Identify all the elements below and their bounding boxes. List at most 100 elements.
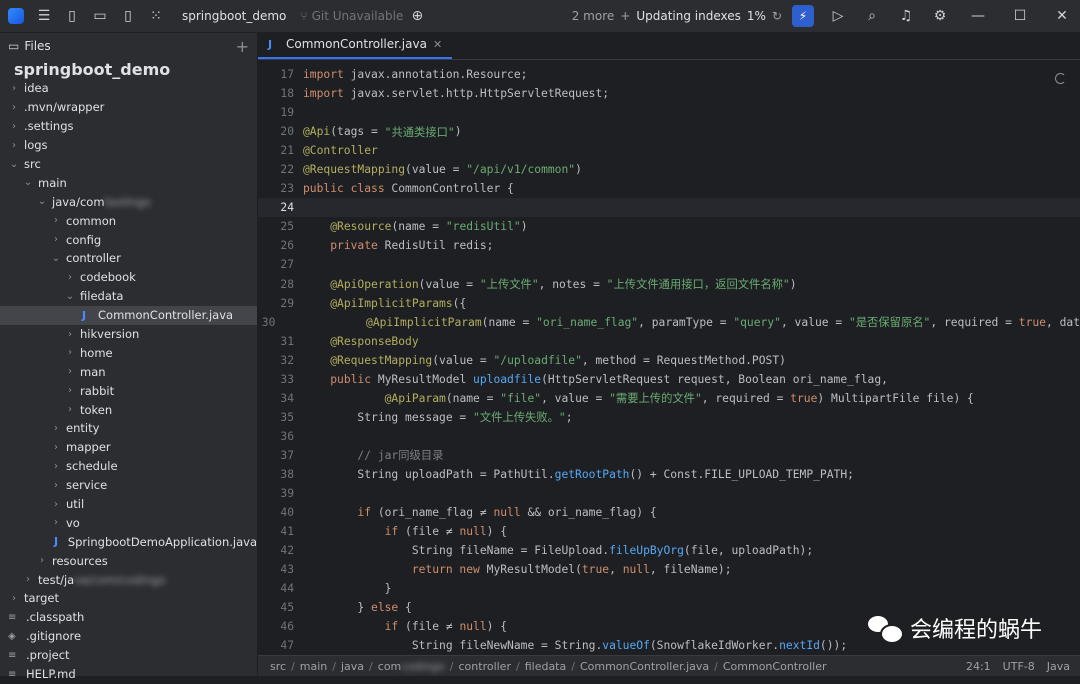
close-window-icon[interactable]: ✕ [1044,8,1080,24]
more-tasks[interactable]: 2 more [572,9,615,23]
code-line[interactable]: 29 @ApiImplicitParams({ [258,294,1080,313]
code-line[interactable]: 27 [258,255,1080,274]
run-icon[interactable]: ▷ [824,0,852,32]
breadcrumb-item[interactable]: filedata [525,660,567,673]
main-menu-icon[interactable]: ☰ [30,0,58,32]
code-line[interactable]: 42 String fileName = FileUpload. fileUpBy… [258,541,1080,560]
cursor-position[interactable]: 24:1 [966,660,991,673]
code-line[interactable]: 17 import javax.annotation.Resource; [258,65,1080,84]
project-name[interactable]: springboot_demo [182,9,286,23]
tree-item[interactable]: › config [0,230,257,249]
breadcrumb-item[interactable]: CommonController.java [580,660,709,673]
breadcrumb-item[interactable]: java [341,660,364,673]
tree-item-label: util [66,497,85,512]
code-line[interactable]: 34 @ApiParam (name = "file", value = "需要上… [258,389,1080,408]
code-line[interactable]: 19 [258,103,1080,122]
tree-item[interactable]: J CommonController.java [0,305,257,325]
code-area[interactable]: 17 import javax.annotation.Resource; 18 imp… [258,65,1080,655]
file-language[interactable]: Java [1047,660,1070,673]
code-line[interactable]: 38 String uploadPath = PathUtil. getRootP… [258,465,1080,484]
code-line[interactable]: 20 @Api (tags = "共通类接口") [258,122,1080,141]
right-panel-toggle-icon[interactable]: ▯ [114,0,142,32]
tree-item[interactable]: ≡ .project [0,646,257,665]
add-user-icon[interactable]: ⊕ [403,0,431,32]
code-line[interactable]: 31 @ResponseBody [258,332,1080,351]
tree-item[interactable]: ⌄ filedata [0,287,257,306]
tree-item[interactable]: › .settings [0,117,257,136]
tree-item[interactable]: › resources [0,551,257,570]
tree-item[interactable]: › logs [0,136,257,155]
tree-item[interactable]: › .mvn/wrapper [0,98,257,117]
tree-item[interactable]: › entity [0,419,257,438]
settings-gear-icon[interactable]: ⚙ [926,0,954,32]
minimize-icon[interactable]: — [960,8,996,24]
tree-item[interactable]: ≡ .classpath [0,608,257,627]
tree-item-label: .gitignore [26,629,82,644]
code-line[interactable]: 33 public MyResultModel uploadfile (HttpS… [258,370,1080,389]
breadcrumb-item[interactable]: CommonController [723,660,827,673]
tree-item[interactable]: ⌄ main [0,173,257,192]
breadcrumb-item[interactable]: main [300,660,327,673]
left-panel-toggle-icon[interactable]: ▯ [58,0,86,32]
project-root[interactable]: springboot_demo [0,59,257,79]
maximize-icon[interactable]: ☐ [1002,8,1038,24]
tree-item[interactable]: › codebook [0,268,257,287]
code-line[interactable]: 21 @Controller [258,141,1080,160]
tree-item[interactable]: ≡ HELP.md [0,665,257,684]
tree-item[interactable]: ⌄ java/com taxlingo [0,192,257,211]
tree-item[interactable]: › token [0,400,257,419]
tree-item[interactable]: › hikversion [0,325,257,344]
file-encoding[interactable]: UTF-8 [1003,660,1035,673]
tree-item[interactable]: › test/ja va/com/codingo [0,570,257,589]
grid-apps-icon[interactable]: ⁙ [142,0,170,32]
tree-item[interactable]: › man [0,362,257,381]
code-line[interactable]: 39 [258,484,1080,503]
code-line[interactable]: 28 @ApiOperation (value = "上传文件", notes =… [258,275,1080,294]
code-line[interactable]: 41 if (file ≠ null) { [258,522,1080,541]
tree-item[interactable]: › util [0,495,257,514]
tree-item[interactable]: ◈ .gitignore [0,627,257,646]
code-line[interactable]: 25 @Resource (name = "redisUtil") [258,217,1080,236]
add-file-icon[interactable]: + [236,37,249,56]
code-line[interactable]: 24 [258,198,1080,218]
tree-item[interactable]: › target [0,589,257,608]
code-line[interactable]: 44 } [258,579,1080,598]
notifications-icon[interactable]: ♫ [892,0,920,32]
tab-common-controller[interactable]: J CommonController.java ✕ [258,31,453,59]
tree-item[interactable]: ⌄ controller [0,249,257,268]
code-line[interactable]: 36 [258,427,1080,446]
indexing-status[interactable]: 2 more + Updating indexes 1% ↻ ⚡ ▷ ⌕ ♫ ⚙… [572,0,1080,32]
code-line[interactable]: 37 // jar同级目录 [258,446,1080,465]
code-token: String fileName = FileUpload. [303,544,610,558]
power-save-icon[interactable]: ⚡ [792,5,814,27]
tree-item[interactable]: › vo [0,513,257,532]
code-line[interactable]: 26 private RedisUtil redis; [258,236,1080,255]
breadcrumb-item[interactable]: controller [459,660,511,673]
tree-item[interactable]: › schedule [0,457,257,476]
code-line[interactable]: 35 String message = "文件上传失败。"; [258,408,1080,427]
search-icon[interactable]: ⌕ [858,0,886,32]
tree-item[interactable]: › service [0,476,257,495]
bottom-panel-toggle-icon[interactable]: ▭ [86,0,114,32]
code-line[interactable]: 30 @ApiImplicitParam (name = "ori_name_fl… [258,313,1080,332]
git-status[interactable]: ⑂ Git Unavailable [300,9,403,23]
code-line[interactable]: 40 if (ori_name_flag ≠ null && ori_name_… [258,503,1080,522]
breadcrumb-item[interactable]: com [378,660,402,673]
code-line[interactable]: 23 public class CommonController { [258,179,1080,198]
files-sidebar: ▭ Files + springboot_demo › idea › .mvn/wra… [0,33,258,681]
code-line[interactable]: 32 @RequestMapping (value = "/uploadfile"… [258,351,1080,370]
tree-item[interactable]: › rabbit [0,381,257,400]
tree-item[interactable]: › home [0,343,257,362]
tree-item[interactable]: › mapper [0,438,257,457]
code-line[interactable]: 18 import javax.servlet.http.HttpServletR… [258,84,1080,103]
tree-item[interactable]: › common [0,211,257,230]
tree-item[interactable]: ⌄ src [0,155,257,174]
code-line[interactable]: 22 @RequestMapping (value = "/api/v1/commo… [258,160,1080,179]
breadcrumb-item[interactable]: src [270,660,286,673]
breadcrumb-separator: / [369,659,373,673]
code-line[interactable]: 43 return new MyResultModel(true, null, … [258,560,1080,579]
tree-item[interactable]: J SpringbootDemoApplication.java [0,532,257,551]
close-tab-icon[interactable]: ✕ [433,38,442,51]
blurred-text: va/com/codingo [74,572,166,587]
tree-item[interactable]: › idea [0,79,257,98]
